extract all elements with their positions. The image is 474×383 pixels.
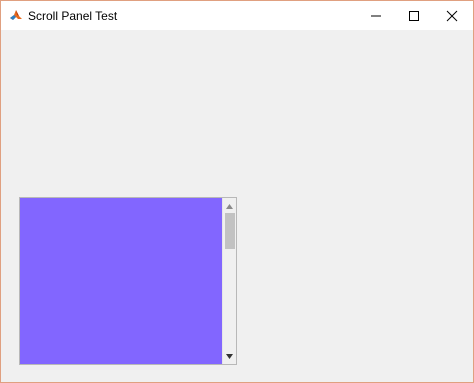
scroll-down-button[interactable] <box>223 349 236 363</box>
maximize-button[interactable] <box>395 1 433 30</box>
minimize-button[interactable] <box>357 1 395 30</box>
close-button[interactable] <box>433 1 471 30</box>
close-icon <box>446 10 458 21</box>
scroll-panel-content <box>20 198 222 364</box>
maximize-icon <box>409 10 419 21</box>
scroll-up-button[interactable] <box>223 199 236 213</box>
arrow-down-icon <box>226 353 233 359</box>
scrollbar-thumb[interactable] <box>225 213 235 249</box>
matlab-logo-icon <box>9 8 23 22</box>
minimize-icon <box>371 15 381 16</box>
arrow-up-icon <box>226 203 233 209</box>
scroll-panel[interactable] <box>19 197 237 365</box>
vertical-scrollbar[interactable] <box>222 198 236 364</box>
title-bar[interactable]: Scroll Panel Test <box>1 1 473 30</box>
window-title: Scroll Panel Test <box>28 9 118 23</box>
app-window: Scroll Panel Test <box>0 0 474 383</box>
window-content <box>1 30 473 382</box>
